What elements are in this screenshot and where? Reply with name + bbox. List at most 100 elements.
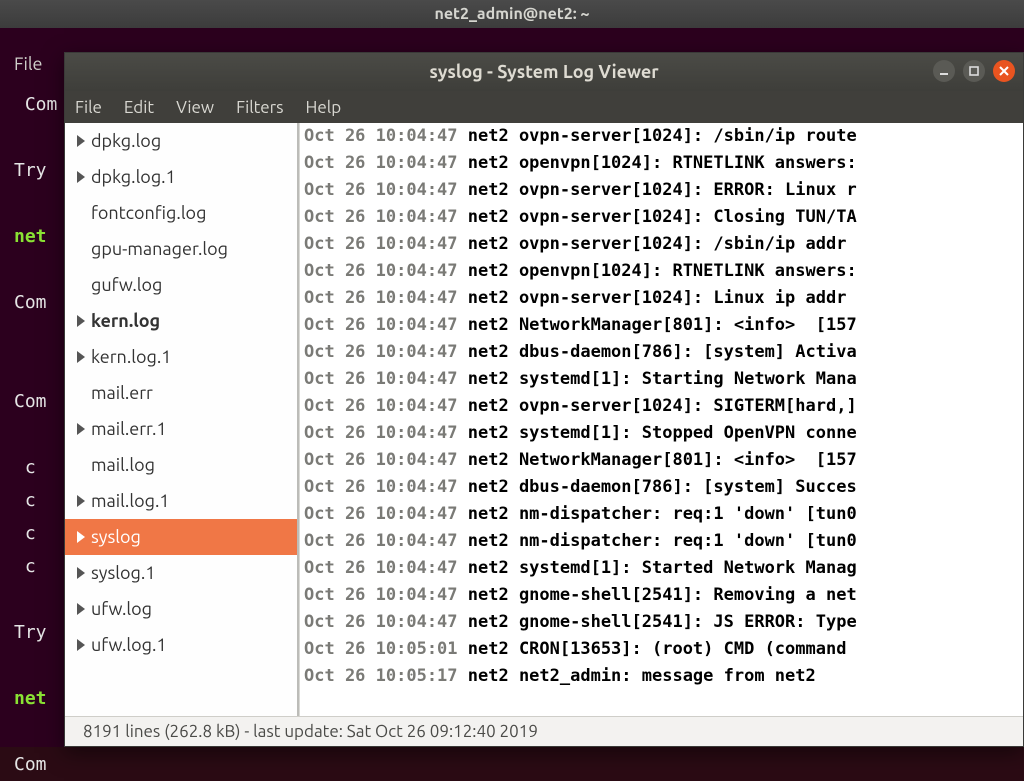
- log-line[interactable]: Oct 26 10:04:47 net2 ovpn-server[1024]: …: [300, 177, 1023, 204]
- terminal-line: [14, 418, 57, 451]
- log-line[interactable]: Oct 26 10:04:47 net2 openvpn[1024]: RTNE…: [300, 150, 1023, 177]
- menu-help[interactable]: Help: [306, 98, 342, 117]
- sidebar-item-label: fontconfig.log: [91, 203, 206, 223]
- terminal-body: Com Try net Com Com c c c c Try net Com: [14, 88, 57, 781]
- log-content-pane[interactable]: Oct 26 10:04:47 net2 ovpn-server[1024]: …: [299, 123, 1023, 716]
- terminal-line: [14, 583, 57, 616]
- sidebar-item-fontconfig-log[interactable]: fontconfig.log: [65, 195, 297, 231]
- terminal-title: net2_admin@net2: ~: [434, 5, 589, 23]
- menu-view[interactable]: View: [176, 98, 214, 117]
- sidebar-item-syslog-1[interactable]: syslog.1: [65, 555, 297, 591]
- log-timestamp: Oct 26 10:04:47: [304, 315, 458, 335]
- terminal-line: [14, 649, 57, 682]
- log-line[interactable]: Oct 26 10:04:47 net2 gnome-shell[2541]: …: [300, 582, 1023, 609]
- minimize-button[interactable]: [933, 60, 955, 82]
- log-line[interactable]: Oct 26 10:04:47 net2 dbus-daemon[786]: […: [300, 339, 1023, 366]
- log-line[interactable]: Oct 26 10:04:47 net2 ovpn-server[1024]: …: [300, 204, 1023, 231]
- log-line[interactable]: Oct 26 10:05:17 net2 net2_admin: message…: [300, 663, 1023, 690]
- sidebar-item-label: gufw.log: [91, 275, 162, 295]
- sidebar-item-label: syslog.1: [91, 563, 155, 583]
- log-timestamp: Oct 26 10:04:47: [304, 423, 458, 443]
- terminal-line: c: [14, 517, 57, 550]
- log-line[interactable]: Oct 26 10:04:47 net2 systemd[1]: Started…: [300, 555, 1023, 582]
- terminal-line: [14, 715, 57, 748]
- log-line[interactable]: Oct 26 10:04:47 net2 systemd[1]: Stopped…: [300, 420, 1023, 447]
- log-message: net2 ovpn-server[1024]: /sbin/ip route: [458, 126, 857, 146]
- log-line[interactable]: Oct 26 10:04:47 net2 nm-dispatcher: req:…: [300, 528, 1023, 555]
- log-timestamp: Oct 26 10:04:47: [304, 531, 458, 551]
- sidebar-item-mail-log-1[interactable]: mail.log.1: [65, 483, 297, 519]
- log-timestamp: Oct 26 10:04:47: [304, 153, 458, 173]
- log-message: net2 openvpn[1024]: RTNETLINK answers:: [458, 153, 857, 173]
- window-controls: [933, 60, 1015, 82]
- expand-arrow-icon: [77, 567, 85, 579]
- expand-arrow-icon: [77, 531, 85, 543]
- log-message: net2 systemd[1]: Started Network Manag: [458, 558, 857, 578]
- log-line[interactable]: Oct 26 10:04:47 net2 gnome-shell[2541]: …: [300, 609, 1023, 636]
- log-viewer-window: syslog - System Log Viewer File Edit Vie…: [64, 52, 1024, 747]
- log-message: net2 ovpn-server[1024]: Linux ip addr: [458, 288, 857, 308]
- terminal-line: Com: [14, 748, 57, 781]
- sidebar-item-mail-log[interactable]: mail.log: [65, 447, 297, 483]
- sidebar-item-label: mail.err.1: [91, 419, 167, 439]
- log-line[interactable]: Oct 26 10:04:47 net2 ovpn-server[1024]: …: [300, 285, 1023, 312]
- log-timestamp: Oct 26 10:04:47: [304, 504, 458, 524]
- log-line[interactable]: Oct 26 10:04:47 net2 NetworkManager[801]…: [300, 312, 1023, 339]
- close-button[interactable]: [993, 60, 1015, 82]
- menu-edit[interactable]: Edit: [124, 98, 154, 117]
- log-message: net2 ovpn-server[1024]: ERROR: Linux r: [458, 180, 857, 200]
- sidebar-item-ufw-log[interactable]: ufw.log: [65, 591, 297, 627]
- log-timestamp: Oct 26 10:05:01: [304, 639, 458, 659]
- log-message: net2 gnome-shell[2541]: Removing a net: [458, 585, 857, 605]
- log-timestamp: Oct 26 10:04:47: [304, 288, 458, 308]
- sidebar-item-mail-err-1[interactable]: mail.err.1: [65, 411, 297, 447]
- log-timestamp: Oct 26 10:04:47: [304, 126, 458, 146]
- sidebar-item-gpu-manager-log[interactable]: gpu-manager.log: [65, 231, 297, 267]
- sidebar-item-ufw-log-1[interactable]: ufw.log.1: [65, 627, 297, 663]
- log-line[interactable]: Oct 26 10:04:47 net2 ovpn-server[1024]: …: [300, 393, 1023, 420]
- log-timestamp: Oct 26 10:04:47: [304, 261, 458, 281]
- terminal-line: [14, 319, 57, 352]
- sidebar-item-kern-log[interactable]: kern.log: [65, 303, 297, 339]
- sidebar-item-mail-err[interactable]: mail.err: [65, 375, 297, 411]
- menu-filters[interactable]: Filters: [236, 98, 283, 117]
- log-message: net2 CRON[13653]: (root) CMD (command: [458, 639, 857, 659]
- log-message: net2 nm-dispatcher: req:1 'down' [tun0: [458, 504, 857, 524]
- log-line[interactable]: Oct 26 10:04:47 net2 nm-dispatcher: req:…: [300, 501, 1023, 528]
- log-line[interactable]: Oct 26 10:04:47 net2 ovpn-server[1024]: …: [300, 231, 1023, 258]
- log-line[interactable]: Oct 26 10:05:01 net2 CRON[13653]: (root)…: [300, 636, 1023, 663]
- status-bar: 8191 lines (262.8 kB) - last update: Sat…: [65, 716, 1023, 746]
- menu-file[interactable]: File: [75, 98, 102, 117]
- terminal-line: Com: [14, 88, 57, 121]
- log-line[interactable]: Oct 26 10:04:47 net2 dbus-daemon[786]: […: [300, 474, 1023, 501]
- maximize-button[interactable]: [963, 60, 985, 82]
- sidebar-item-label: gpu-manager.log: [91, 239, 228, 259]
- sidebar-item-kern-log-1[interactable]: kern.log.1: [65, 339, 297, 375]
- log-timestamp: Oct 26 10:04:47: [304, 477, 458, 497]
- sidebar-item-syslog[interactable]: syslog: [65, 519, 297, 555]
- expand-arrow-icon: [77, 495, 85, 507]
- log-line[interactable]: Oct 26 10:04:47 net2 openvpn[1024]: RTNE…: [300, 258, 1023, 285]
- log-timestamp: Oct 26 10:04:47: [304, 207, 458, 227]
- expand-arrow-icon: [77, 315, 85, 327]
- expand-arrow-icon: [77, 639, 85, 651]
- log-message: net2 dbus-daemon[786]: [system] Activa: [458, 342, 857, 362]
- sidebar-item-dpkg-log-1[interactable]: dpkg.log.1: [65, 159, 297, 195]
- log-line[interactable]: Oct 26 10:04:47 net2 ovpn-server[1024]: …: [300, 123, 1023, 150]
- sidebar-item-gufw-log[interactable]: gufw.log: [65, 267, 297, 303]
- log-timestamp: Oct 26 10:04:47: [304, 450, 458, 470]
- terminal-line: c: [14, 451, 57, 484]
- log-message: net2 ovpn-server[1024]: /sbin/ip addr: [458, 234, 857, 254]
- sidebar-item-dpkg-log[interactable]: dpkg.log: [65, 123, 297, 159]
- expand-arrow-icon: [77, 603, 85, 615]
- log-file-tree[interactable]: dpkg.logdpkg.log.1 fontconfig.log gpu-mana…: [65, 123, 299, 716]
- status-text: 8191 lines (262.8 kB) - last update: Sat…: [83, 722, 538, 741]
- terminal-line: [14, 121, 57, 154]
- expand-arrow-icon: [77, 135, 85, 147]
- terminal-menubar-file[interactable]: File: [0, 54, 60, 74]
- log-line[interactable]: Oct 26 10:04:47 net2 NetworkManager[801]…: [300, 447, 1023, 474]
- app-titlebar[interactable]: syslog - System Log Viewer: [65, 53, 1023, 91]
- terminal-titlebar: net2_admin@net2: ~: [0, 0, 1024, 28]
- log-line[interactable]: Oct 26 10:04:47 net2 systemd[1]: Startin…: [300, 366, 1023, 393]
- log-timestamp: Oct 26 10:05:17: [304, 666, 458, 686]
